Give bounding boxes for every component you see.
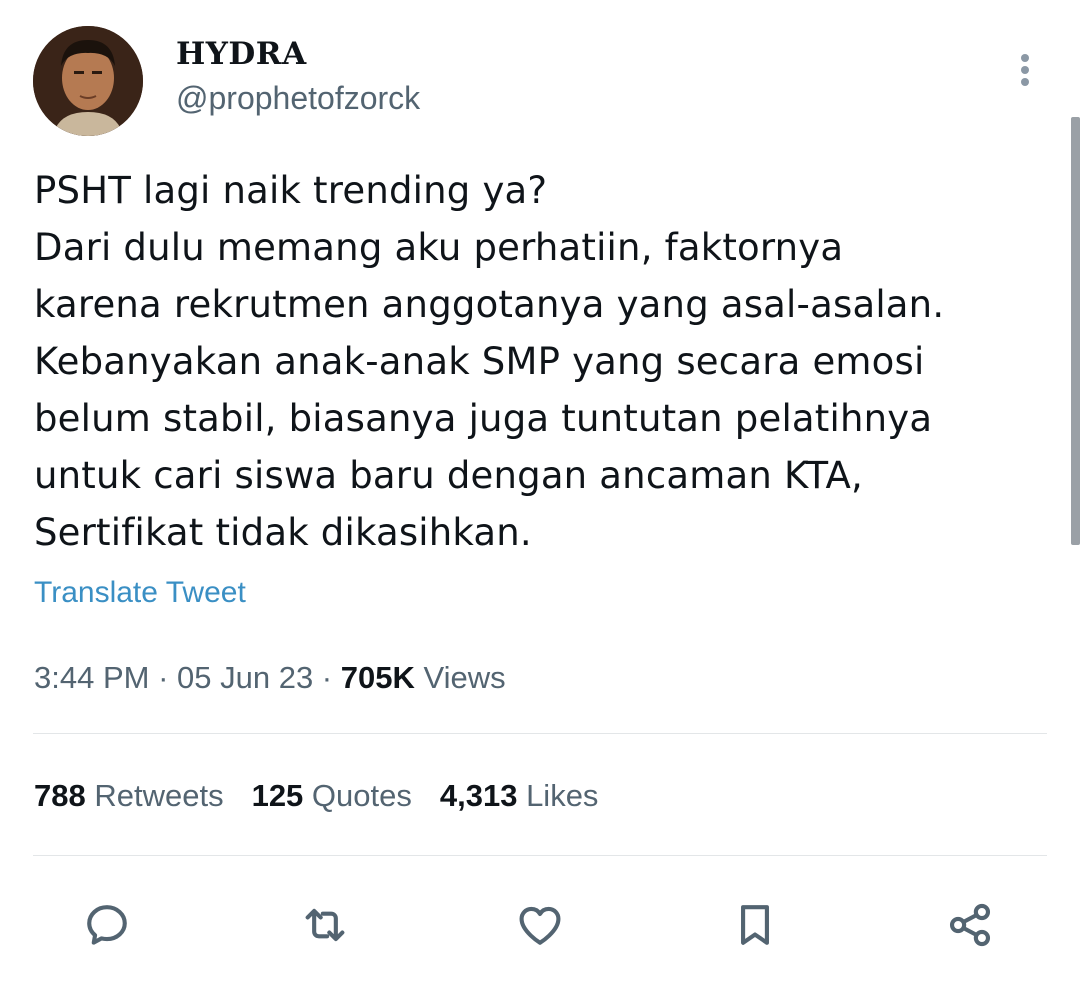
share-button[interactable]: [935, 890, 1005, 960]
tweet-meta: 3:44 PM · 05 Jun 23 · 705K Views: [34, 660, 506, 696]
tweet-line: Kebanyakan anak-anak SMP yang secara emo…: [34, 340, 925, 383]
tweet-line: belum stabil, biasanya juga tuntutan pel…: [34, 397, 933, 440]
display-name[interactable]: HYDRA: [176, 36, 307, 72]
likes-stat[interactable]: 4,313 Likes: [440, 778, 599, 814]
scrollbar[interactable]: [1071, 117, 1080, 545]
retweets-count: 788: [34, 778, 86, 813]
tweet-line: untuk cari siswa baru dengan ancaman KTA…: [34, 454, 863, 497]
views-count: 705K: [340, 660, 415, 695]
more-dot-icon: [1021, 54, 1029, 62]
retweet-icon: [305, 908, 345, 942]
divider: [33, 733, 1047, 734]
more-options-button[interactable]: [1010, 50, 1040, 90]
quotes-stat[interactable]: 125 Quotes: [252, 778, 412, 814]
like-button[interactable]: [505, 890, 575, 960]
tweet-date[interactable]: 05 Jun 23: [177, 660, 313, 695]
retweets-label: Retweets: [85, 778, 224, 813]
reply-icon: [87, 905, 127, 945]
tweet-actions: [0, 890, 1080, 960]
more-dot-icon: [1021, 66, 1029, 74]
reply-button[interactable]: [72, 890, 142, 960]
more-dot-icon: [1021, 78, 1029, 86]
likes-label: Likes: [517, 778, 599, 813]
like-icon: [519, 906, 561, 945]
retweets-stat[interactable]: 788 Retweets: [34, 778, 224, 814]
tweet-line: Dari dulu memang aku perhatiin, faktorny…: [34, 226, 844, 269]
tweet-text: PSHT lagi naik trending ya? Dari dulu me…: [34, 162, 1044, 561]
tweet-line: karena rekrutmen anggotanya yang asal-as…: [34, 283, 945, 326]
retweet-button[interactable]: [290, 890, 360, 960]
tweet-line: Sertifikat tidak dikasihkan.: [34, 511, 532, 554]
bookmark-icon: [741, 905, 769, 945]
likes-count: 4,313: [439, 778, 518, 813]
tweet-line: PSHT lagi naik trending ya?: [34, 169, 548, 212]
quotes-count: 125: [251, 778, 304, 813]
quotes-label: Quotes: [303, 778, 412, 813]
handle[interactable]: @prophetofzorck: [176, 80, 420, 117]
share-icon: [949, 903, 991, 947]
bookmark-button[interactable]: [720, 890, 790, 960]
engagement-stats: 788 Retweets 125 Quotes 4,313 Likes: [34, 778, 626, 814]
meta-separator: ·: [149, 660, 178, 695]
translate-tweet-link[interactable]: Translate Tweet: [34, 576, 246, 610]
avatar[interactable]: [33, 26, 143, 136]
avatar-portrait-icon: [33, 26, 143, 136]
views-label: Views: [414, 660, 506, 695]
divider: [33, 855, 1047, 856]
tweet-time[interactable]: 3:44 PM: [34, 660, 149, 695]
meta-separator: ·: [313, 660, 341, 695]
